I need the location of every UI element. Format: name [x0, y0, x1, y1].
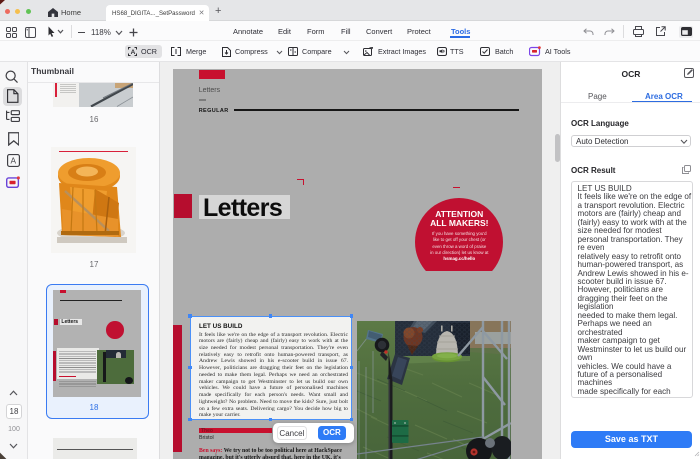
- svg-text:A: A: [11, 156, 17, 165]
- svg-text:A: A: [131, 49, 136, 56]
